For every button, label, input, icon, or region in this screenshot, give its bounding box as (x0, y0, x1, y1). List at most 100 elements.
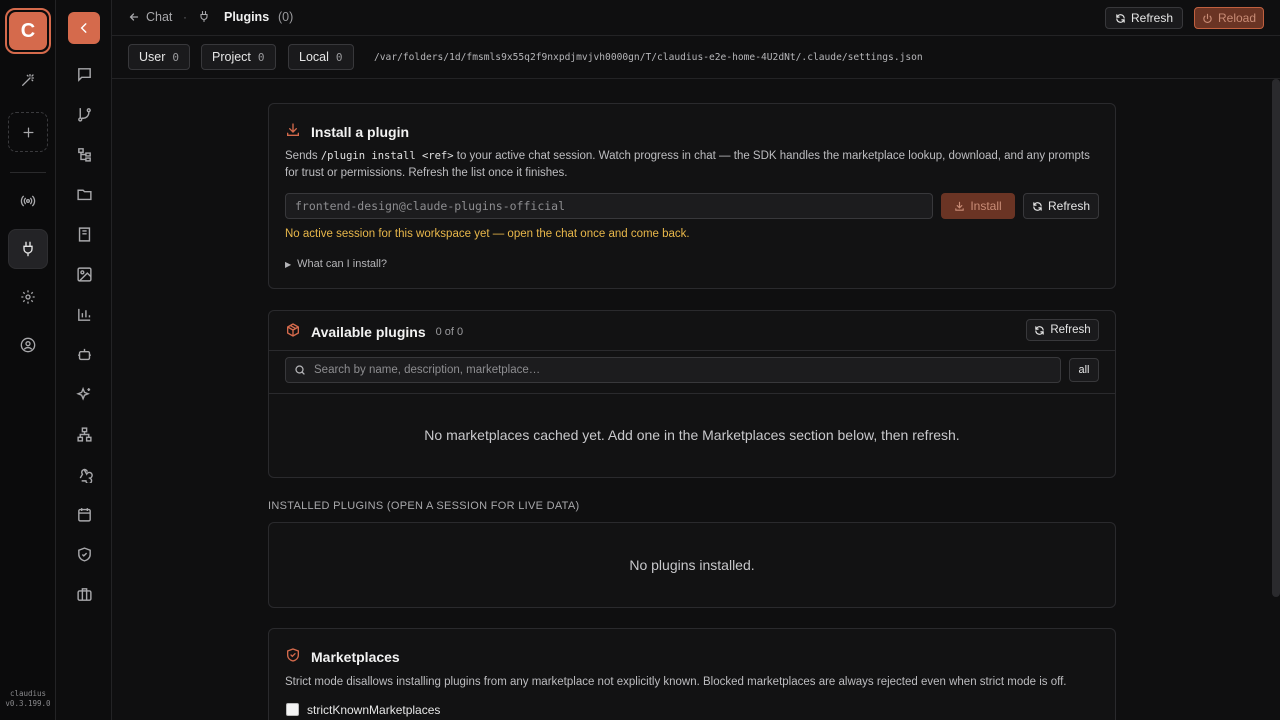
plugin-count: (0) (278, 10, 294, 24)
top-bar: Chat · Plugins (0) Refresh Reload (112, 0, 1280, 36)
install-title: Install a plugin (311, 123, 410, 140)
scope-count: 0 (257, 50, 265, 64)
book-icon[interactable] (70, 220, 98, 248)
no-plugins-message: No plugins installed. (629, 557, 755, 573)
page-title: Plugins (224, 10, 270, 24)
reload-label: Reload (1217, 11, 1257, 25)
search-placeholder: Search by name, description, marketplace… (314, 364, 541, 376)
plugin-search-input[interactable]: Search by name, description, marketplace… (285, 357, 1061, 383)
nav-sidebar (56, 0, 112, 720)
marketplaces-header: Marketplaces (285, 647, 400, 666)
collapse-sidebar-button[interactable] (68, 12, 100, 44)
app-name: claudius (9, 689, 47, 698)
card-divider (269, 393, 1115, 394)
shield-icon[interactable] (70, 540, 98, 568)
calendar-icon[interactable] (70, 500, 98, 528)
available-count: 0 of 0 (435, 325, 464, 338)
install-desc-code: /plugin install <ref> (320, 150, 454, 162)
what-can-i-install-toggle[interactable]: ▶ What can I install? (285, 258, 387, 270)
git-branch-icon[interactable] (70, 100, 98, 128)
strict-known-marketplaces-checkbox[interactable] (286, 703, 299, 716)
app-logo-letter: C (9, 12, 47, 50)
search-icon (295, 365, 305, 375)
caret-right-icon: ▶ (285, 259, 292, 269)
strict-known-marketplaces-label: strictKnownMarketplaces (307, 703, 441, 717)
chat-icon[interactable] (70, 60, 98, 88)
scope-label: User (139, 50, 166, 64)
no-session-warning: No active session for this workspace yet… (285, 228, 690, 240)
scope-label: Project (212, 50, 251, 64)
plug-icon (23, 241, 33, 257)
power-icon (1203, 13, 1212, 23)
marketplaces-card: Marketplaces Strict mode disallows insta… (268, 628, 1116, 720)
install-label: Install (970, 199, 1002, 213)
marketplaces-title: Marketplaces (311, 648, 400, 665)
card-divider (269, 350, 1115, 351)
folder-icon[interactable] (70, 180, 98, 208)
scope-count: 0 (335, 50, 343, 64)
back-to-chat-link[interactable]: Chat (128, 10, 172, 24)
wand-icon[interactable] (8, 60, 48, 100)
scope-label: Local (299, 50, 329, 64)
main-content: Chat · Plugins (0) Refresh Reload User 0… (112, 0, 1280, 720)
download-icon (955, 201, 965, 211)
sparkles-icon[interactable] (70, 380, 98, 408)
available-plugins-card: Available plugins 0 of 0 Refresh Search … (268, 310, 1116, 478)
plug-icon (198, 10, 210, 26)
refresh-label: Refresh (1130, 11, 1174, 25)
install-refresh-button[interactable]: Refresh (1023, 193, 1099, 219)
scope-count: 0 (172, 50, 180, 64)
add-workspace-button[interactable] (8, 112, 48, 152)
refresh-icon (1116, 13, 1125, 23)
broadcast-icon[interactable] (8, 181, 48, 221)
webhook-icon[interactable] (70, 460, 98, 488)
refresh-button[interactable]: Refresh (1105, 7, 1183, 29)
plugin-ref-input[interactable]: frontend-design@claude-plugins-official (285, 193, 933, 219)
available-header: Available plugins 0 of 0 (285, 322, 463, 341)
app-rail: C claudius v0.3.199.0 (0, 0, 56, 720)
back-label: Chat (146, 10, 173, 24)
scope-tab-local[interactable]: Local 0 (288, 44, 354, 70)
gear-icon[interactable] (8, 277, 48, 317)
app-logo-button[interactable]: C (5, 8, 51, 54)
install-plugin-card: Install a plugin Sends /plugin install <… (268, 103, 1116, 289)
breadcrumb-separator: · (183, 10, 187, 24)
package-icon (285, 322, 301, 341)
rail-divider (10, 172, 46, 173)
details-label: What can I install? (297, 258, 388, 270)
install-description: Sends /plugin install <ref> to your acti… (285, 148, 1101, 182)
marketplaces-description: Strict mode disallows installing plugins… (285, 676, 1067, 688)
plugin-ref-placeholder: frontend-design@claude-plugins-official (295, 199, 566, 213)
arrow-left-icon (129, 13, 139, 21)
settings-path: /var/folders/1d/fmsmls9x55q2f9nxpdjmvjvh… (374, 52, 923, 63)
chart-icon[interactable] (70, 300, 98, 328)
install-desc-pre: Sends (285, 150, 321, 162)
no-marketplaces-message: No marketplaces cached yet. Add one in t… (424, 427, 960, 443)
app-version: v0.3.199.0 (5, 699, 51, 708)
plugins-rail-item[interactable] (8, 229, 48, 269)
add-icon (23, 127, 33, 137)
refresh-icon (1035, 325, 1045, 335)
user-circle-icon[interactable] (8, 325, 48, 365)
refresh-label: Refresh (1047, 199, 1091, 213)
tree-icon[interactable] (70, 140, 98, 168)
download-icon (285, 122, 301, 141)
bot-icon[interactable] (70, 340, 98, 368)
scope-tab-project[interactable]: Project 0 (201, 44, 276, 70)
filter-all-button[interactable]: all (1069, 358, 1099, 382)
scope-tab-user[interactable]: User 0 (128, 44, 191, 70)
image-icon[interactable] (70, 260, 98, 288)
network-icon[interactable] (70, 420, 98, 448)
installed-section-label: INSTALLED PLUGINS (OPEN A SESSION FOR LI… (268, 500, 580, 512)
reload-button[interactable]: Reload (1194, 7, 1264, 29)
briefcase-icon[interactable] (70, 580, 98, 608)
shield-check-icon (285, 647, 301, 666)
scrollbar[interactable] (1272, 79, 1280, 597)
available-refresh-button[interactable]: Refresh (1026, 319, 1099, 341)
refresh-label: Refresh (1050, 324, 1091, 336)
chevron-left-icon (80, 23, 87, 33)
scope-bar: User 0 Project 0 Local 0 /var/folders/1d… (112, 36, 1280, 79)
install-button[interactable]: Install (941, 193, 1015, 219)
available-title: Available plugins (311, 323, 426, 340)
refresh-icon (1033, 201, 1042, 211)
